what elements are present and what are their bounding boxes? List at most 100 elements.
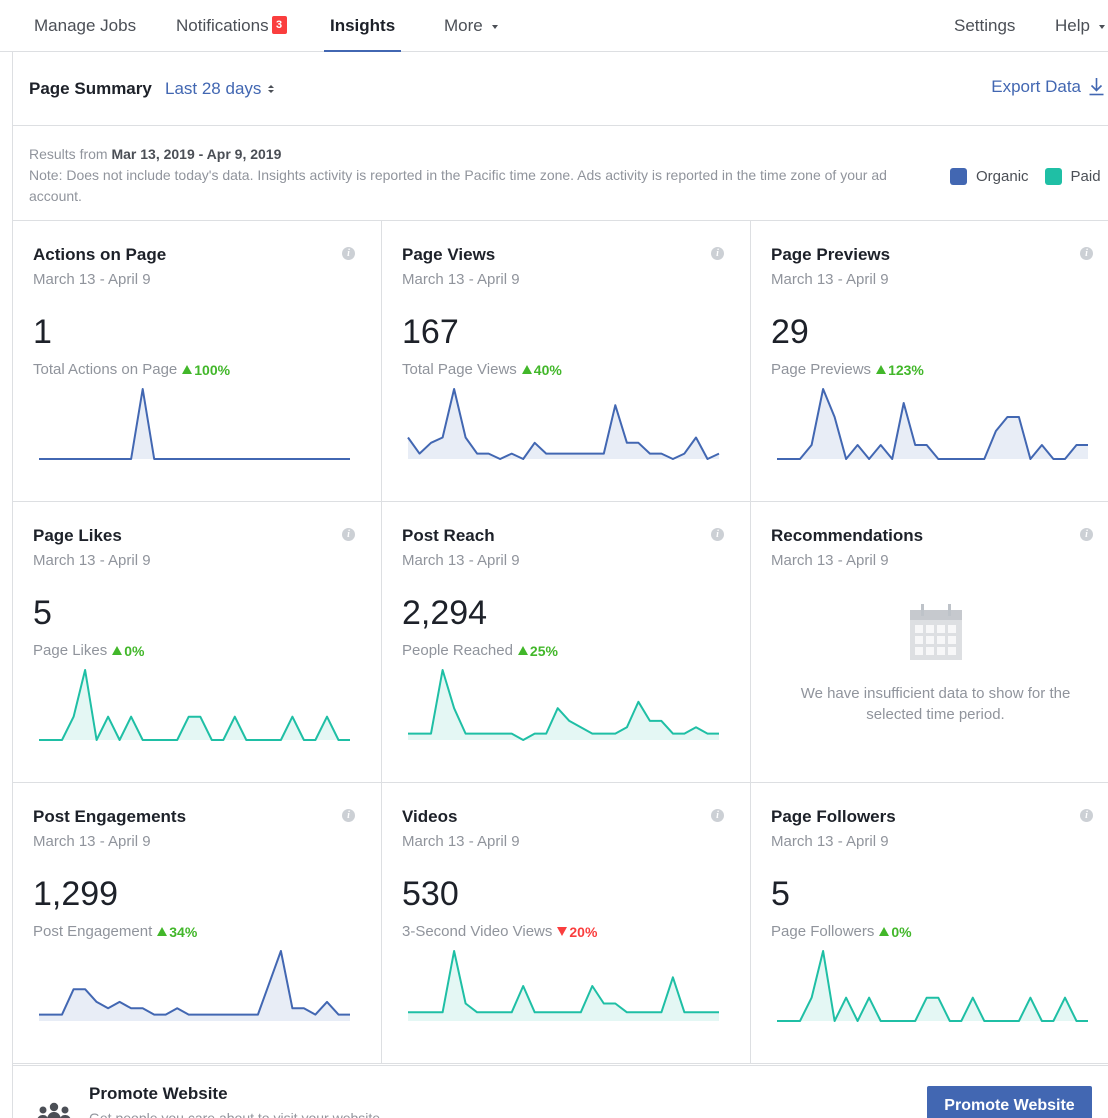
date-range-select[interactable]: Last 28 days	[165, 79, 275, 99]
card-title: Videos	[402, 807, 458, 826]
promote-website-bar: Promote Website Get people you care abou…	[13, 1065, 1108, 1118]
card-date-range: March 13 - April 9	[771, 271, 889, 288]
nav-settings-label: Settings	[954, 16, 1016, 35]
card-date-range: March 13 - April 9	[771, 552, 889, 569]
sparkline-line	[39, 388, 350, 460]
metric-card-post-reach[interactable]: Post Reach March 13 - April 9 i 2,294 People…	[382, 502, 751, 783]
sparkline-chart	[39, 950, 350, 1021]
sparkline-area	[39, 670, 350, 740]
legend-paid: Paid	[1044, 168, 1101, 185]
metric-change-value: 34%	[169, 923, 198, 940]
metric-subtitle: Total Page Views 40%	[402, 361, 562, 378]
card-title: Post Engagements	[33, 807, 187, 826]
metric-change-value: 20%	[569, 923, 598, 940]
nav-notifications[interactable]: Notifications 3	[176, 0, 287, 52]
info-icon[interactable]: i	[342, 247, 355, 260]
info-icon[interactable]: i	[1080, 528, 1093, 541]
caret-down-icon	[491, 25, 498, 29]
metric-card-actions-on-page[interactable]: Actions on Page March 13 - April 9 i 1 Total…	[13, 221, 382, 502]
legend-organic: Organic	[950, 168, 1029, 185]
metric-subtitle-label: Total Actions on Page	[33, 361, 178, 378]
metric-change-value: 25%	[529, 642, 558, 659]
card-date-range: March 13 - April 9	[402, 552, 520, 569]
metric-subtitle: Page Previews 123%	[771, 361, 924, 378]
sparkline-chart	[777, 950, 1088, 1022]
sparkline-chart	[777, 388, 1088, 460]
sparkline-chart	[408, 669, 719, 741]
metric-change: 25%	[517, 642, 558, 659]
legend-paid-label: Paid	[1070, 168, 1101, 185]
sparkline-area	[39, 389, 350, 459]
card-date-range: March 13 - April 9	[402, 271, 520, 288]
sparkline-area	[777, 389, 1088, 459]
no-data-message: We have insufficient data to show for th…	[751, 602, 1108, 725]
metric-change: 20%	[557, 924, 597, 940]
nav-help[interactable]: Help	[1055, 0, 1105, 52]
legend-organic-swatch	[950, 168, 967, 185]
metric-value: 1	[33, 313, 52, 351]
metric-value: 167	[402, 313, 459, 351]
triangle-up-icon	[876, 365, 887, 374]
triangle-up-icon	[521, 365, 532, 374]
info-icon[interactable]: i	[1080, 809, 1093, 822]
metric-change: 0%	[879, 924, 912, 940]
info-icon[interactable]: i	[711, 247, 724, 260]
nav-insights[interactable]: Insights	[323, 0, 402, 53]
sparkline-area	[777, 951, 1088, 1021]
metric-subtitle: Post Engagement 34%	[33, 923, 197, 940]
nav-manage-jobs[interactable]: Manage Jobs	[34, 0, 136, 52]
metric-subtitle-label: Total Page Views	[402, 361, 517, 378]
info-icon[interactable]: i	[1080, 247, 1093, 260]
sparkline-area	[408, 389, 719, 459]
metric-card-page-views[interactable]: Page Views March 13 - April 9 i 167 Total Pa…	[382, 221, 751, 502]
metric-change-value: 0%	[124, 642, 145, 659]
triangle-up-icon	[157, 927, 168, 936]
summary-bar: Page Summary Last 28 days Export Data	[13, 52, 1108, 126]
promote-website-button[interactable]: Promote Website	[927, 1086, 1092, 1118]
caret-down-icon	[1098, 25, 1105, 29]
metric-card-post-engagements[interactable]: Post Engagements March 13 - April 9 i 1,299…	[13, 783, 382, 1064]
metric-card-page-previews[interactable]: Page Previews March 13 - April 9 i 29 Page P…	[751, 221, 1108, 502]
triangle-down-icon	[557, 927, 568, 936]
metric-subtitle-label: Page Previews	[771, 361, 872, 378]
metric-card-recommendations[interactable]: Recommendations March 13 - April 9 i We hav…	[751, 502, 1108, 783]
info-icon[interactable]: i	[711, 528, 724, 541]
metric-card-page-followers[interactable]: Page Followers March 13 - April 9 i 5 Page F…	[751, 783, 1108, 1064]
results-prefix: Results from	[29, 146, 108, 162]
card-date-range: March 13 - April 9	[402, 833, 520, 850]
card-title: Page Followers	[771, 807, 896, 826]
metric-change-value: 123%	[888, 361, 924, 378]
metric-value: 1,299	[33, 875, 119, 913]
metrics-grid: Actions on Page March 13 - April 9 i 1 Total…	[13, 220, 1108, 1064]
info-icon[interactable]: i	[342, 809, 355, 822]
top-nav: Manage Jobs Notifications 3 Insights Mor…	[0, 0, 1108, 53]
results-date-range: Mar 13, 2019 - Apr 9, 2019	[111, 146, 282, 162]
metric-change: 0%	[112, 643, 144, 659]
promote-website-subtitle: Get people you care about to visit your …	[89, 1110, 384, 1118]
metric-value: 530	[402, 875, 459, 913]
results-note: Note: Does not include today's data. Ins…	[29, 167, 887, 204]
sparkline-chart	[408, 950, 719, 1021]
nav-more[interactable]: More	[444, 0, 498, 52]
nav-settings[interactable]: Settings	[954, 0, 1015, 52]
metric-subtitle-label: Post Engagement	[33, 923, 153, 940]
card-title: Actions on Page	[33, 245, 167, 264]
nav-notifications-label: Notifications	[176, 16, 269, 35]
metric-card-videos[interactable]: Videos March 13 - April 9 i 530 3-Second Vid…	[382, 783, 751, 1064]
calendar-icon	[909, 604, 962, 660]
sparkline-area	[408, 951, 719, 1021]
nav-insights-label: Insights	[330, 16, 396, 35]
metric-change-value: 40%	[533, 361, 562, 378]
download-icon	[1089, 78, 1104, 96]
metric-card-page-likes[interactable]: Page Likes March 13 - April 9 i 5 Page Likes…	[13, 502, 382, 783]
info-icon[interactable]: i	[342, 528, 355, 541]
info-icon[interactable]: i	[711, 809, 724, 822]
metric-value: 5	[771, 875, 790, 913]
export-data-label: Export Data	[991, 77, 1081, 96]
sort-updown-icon	[268, 85, 275, 93]
legend-paid-swatch	[1044, 168, 1062, 185]
card-date-range: March 13 - April 9	[33, 552, 151, 569]
export-data-link[interactable]: Export Data	[991, 77, 1105, 97]
metric-subtitle-label: Page Likes	[33, 642, 108, 659]
card-title: Page Previews	[771, 245, 891, 264]
